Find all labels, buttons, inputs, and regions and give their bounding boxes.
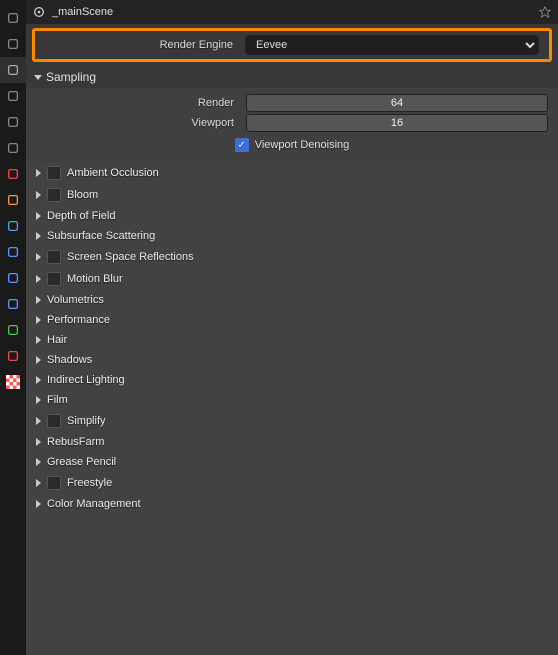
panel-label: Bloom: [67, 189, 98, 201]
properties-main: _mainScene Render Engine Eevee Sampling …: [26, 0, 558, 655]
chevron-right-icon: [36, 191, 41, 199]
header-bar: _mainScene: [26, 0, 558, 24]
chevron-right-icon: [36, 356, 41, 364]
output-icon[interactable]: [0, 83, 26, 109]
panel-row[interactable]: Bloom: [26, 184, 558, 206]
particle-icon[interactable]: [0, 239, 26, 265]
panel-row[interactable]: Depth of Field: [26, 206, 558, 226]
chevron-right-icon: [36, 438, 41, 446]
chevron-right-icon: [36, 396, 41, 404]
viewport-samples-label: Viewport: [36, 117, 246, 129]
panel-row[interactable]: Indirect Lighting: [26, 370, 558, 390]
panel-row[interactable]: Subsurface Scattering: [26, 226, 558, 246]
panel-row[interactable]: Hair: [26, 330, 558, 350]
panel-row[interactable]: Color Management: [26, 494, 558, 514]
chevron-right-icon: [36, 417, 41, 425]
panel-label: RebusFarm: [47, 436, 104, 448]
panel-label: Volumetrics: [47, 294, 104, 306]
checkbox-checked-icon[interactable]: ✓: [235, 138, 249, 152]
checkbox-icon[interactable]: [47, 414, 61, 428]
panel-row[interactable]: Volumetrics: [26, 290, 558, 310]
panel-label: Grease Pencil: [47, 456, 116, 468]
chevron-right-icon: [36, 296, 41, 304]
chevron-right-icon: [36, 336, 41, 344]
world-icon[interactable]: [0, 161, 26, 187]
render-engine-row: Render Engine Eevee: [32, 28, 552, 62]
panel-label: Shadows: [47, 354, 92, 366]
panel-row[interactable]: Grease Pencil: [26, 452, 558, 472]
panel-label: Color Management: [47, 498, 141, 510]
chevron-down-icon: [34, 75, 42, 80]
object-icon[interactable]: [0, 187, 26, 213]
properties-tab-strip: [0, 0, 26, 655]
panel-label: Ambient Occlusion: [67, 167, 159, 179]
panel-row[interactable]: Simplify: [26, 410, 558, 432]
panel-row[interactable]: Performance: [26, 310, 558, 330]
viewport-denoising-row[interactable]: ✓ Viewport Denoising: [36, 138, 548, 152]
panel-label: Hair: [47, 334, 67, 346]
viewlayer-icon[interactable]: [0, 109, 26, 135]
panel-row[interactable]: Ambient Occlusion: [26, 162, 558, 184]
panel-row[interactable]: RebusFarm: [26, 432, 558, 452]
material-icon[interactable]: [0, 343, 26, 369]
panel-row[interactable]: Shadows: [26, 350, 558, 370]
panel-label: Simplify: [67, 415, 106, 427]
checkbox-icon[interactable]: [47, 188, 61, 202]
panel-label: Subsurface Scattering: [47, 230, 155, 242]
scene-name[interactable]: _mainScene: [52, 6, 113, 18]
render-engine-select[interactable]: Eevee: [245, 35, 539, 55]
panel-label: Film: [47, 394, 68, 406]
tool-icon[interactable]: [0, 31, 26, 57]
chevron-right-icon: [36, 376, 41, 384]
panel-row[interactable]: Screen Space Reflections: [26, 246, 558, 268]
panel-row[interactable]: Film: [26, 390, 558, 410]
chevron-right-icon: [36, 275, 41, 283]
subpanels-list: Ambient Occlusion Bloom Depth of Field Subs…: [26, 162, 558, 655]
render-engine-label: Render Engine: [35, 39, 245, 51]
constraint-icon[interactable]: [0, 291, 26, 317]
modifier-icon[interactable]: [0, 213, 26, 239]
render-samples-field[interactable]: 64: [246, 94, 548, 112]
chevron-right-icon: [36, 500, 41, 508]
render-icon[interactable]: [0, 57, 26, 83]
viewport-samples-field[interactable]: 16: [246, 114, 548, 132]
chevron-right-icon: [36, 316, 41, 324]
physics-icon[interactable]: [0, 265, 26, 291]
panel-label: Depth of Field: [47, 210, 115, 222]
checkbox-icon[interactable]: [47, 250, 61, 264]
chevron-right-icon: [36, 479, 41, 487]
mesh-icon[interactable]: [0, 317, 26, 343]
sampling-body: Render 64 Viewport 16 ✓ Viewport Denoisi…: [26, 88, 558, 162]
chevron-right-icon: [36, 253, 41, 261]
chevron-right-icon: [36, 212, 41, 220]
checkbox-icon[interactable]: [47, 166, 61, 180]
texture-icon[interactable]: [6, 375, 20, 389]
viewport-samples-row: Viewport 16: [36, 114, 548, 132]
panel-row[interactable]: Motion Blur: [26, 268, 558, 290]
panel-label: Motion Blur: [67, 273, 123, 285]
render-samples-label: Render: [36, 97, 246, 109]
render-samples-row: Render 64: [36, 94, 548, 112]
panel-label: Indirect Lighting: [47, 374, 125, 386]
viewport-denoising-label: Viewport Denoising: [255, 139, 350, 151]
chevron-right-icon: [36, 458, 41, 466]
panel-label: Performance: [47, 314, 110, 326]
sampling-header[interactable]: Sampling: [26, 66, 558, 88]
chevron-right-icon: [36, 232, 41, 240]
panel-row[interactable]: Freestyle: [26, 472, 558, 494]
checkbox-icon[interactable]: [47, 476, 61, 490]
chevron-right-icon: [36, 169, 41, 177]
editor-type-icon[interactable]: [0, 5, 26, 31]
scene-icon[interactable]: [0, 135, 26, 161]
sampling-title: Sampling: [46, 70, 96, 84]
scene-icon: [32, 5, 46, 19]
panel-label: Screen Space Reflections: [67, 251, 194, 263]
panel-label: Freestyle: [67, 477, 112, 489]
checkbox-icon[interactable]: [47, 272, 61, 286]
pin-icon[interactable]: [538, 5, 552, 19]
